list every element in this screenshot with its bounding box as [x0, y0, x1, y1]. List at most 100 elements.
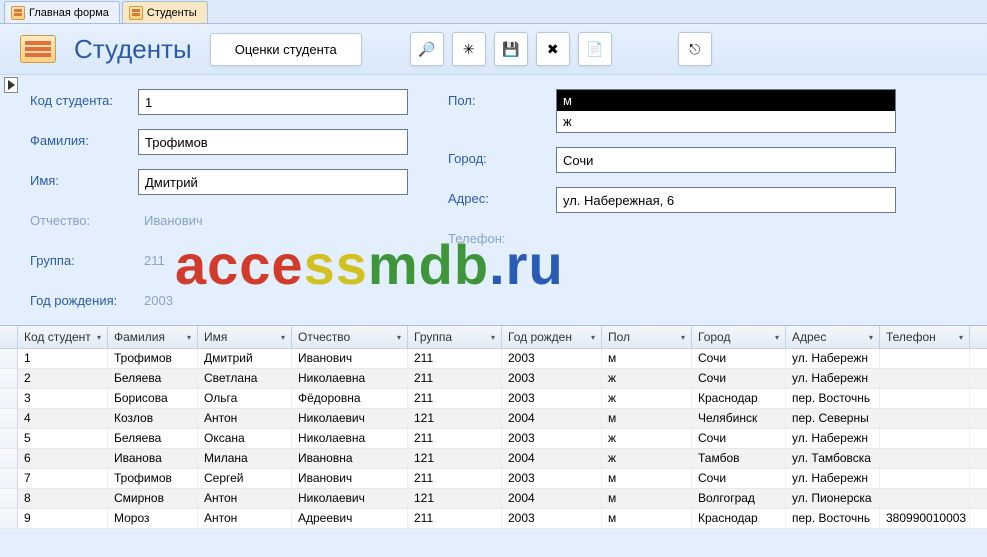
table-cell[interactable]: Антон [198, 509, 292, 528]
row-selector[interactable] [0, 369, 18, 388]
table-cell[interactable]: 2003 [502, 509, 602, 528]
table-cell[interactable]: Тамбов [692, 449, 786, 468]
table-cell[interactable] [880, 349, 970, 368]
table-cell[interactable]: 211 [408, 389, 502, 408]
table-cell[interactable]: Ивановна [292, 449, 408, 468]
table-cell[interactable] [880, 389, 970, 408]
table-cell[interactable]: 121 [408, 489, 502, 508]
table-cell[interactable]: ж [602, 429, 692, 448]
table-cell[interactable]: Сочи [692, 349, 786, 368]
firstname-field[interactable] [138, 169, 408, 195]
col-header-patronymic[interactable]: Отчество▾ [292, 326, 408, 348]
col-header-address[interactable]: Адрес▾ [786, 326, 880, 348]
table-cell[interactable]: Мороз [108, 509, 198, 528]
table-cell[interactable]: м [602, 409, 692, 428]
table-cell[interactable]: Светлана [198, 369, 292, 388]
gender-listbox[interactable]: м ж [556, 89, 896, 133]
table-cell[interactable]: Краснодар [692, 509, 786, 528]
table-cell[interactable]: Иванович [292, 469, 408, 488]
table-cell[interactable]: Оксана [198, 429, 292, 448]
col-header-gender[interactable]: Пол▾ [602, 326, 692, 348]
table-cell[interactable]: Фёдоровна [292, 389, 408, 408]
table-cell[interactable]: Козлов [108, 409, 198, 428]
table-cell[interactable]: 4 [18, 409, 108, 428]
table-cell[interactable]: ул. Набережн [786, 429, 880, 448]
table-cell[interactable]: 2004 [502, 489, 602, 508]
table-cell[interactable]: Николаевна [292, 429, 408, 448]
table-cell[interactable]: Краснодар [692, 389, 786, 408]
table-cell[interactable]: Милана [198, 449, 292, 468]
row-selector[interactable] [0, 429, 18, 448]
table-cell[interactable]: м [602, 489, 692, 508]
delete-record-button[interactable]: ✖ [536, 32, 570, 66]
table-cell[interactable] [880, 489, 970, 508]
table-row[interactable]: 5БеляеваОксанаНиколаевна2112003жСочиул. … [0, 429, 987, 449]
table-cell[interactable]: ул. Набережн [786, 469, 880, 488]
table-cell[interactable]: Беляева [108, 429, 198, 448]
table-cell[interactable]: Волгоград [692, 489, 786, 508]
table-row[interactable]: 9МорозАнтонАдреевич2112003мКраснодарпер.… [0, 509, 987, 529]
table-cell[interactable]: 2003 [502, 389, 602, 408]
col-header-group[interactable]: Группа▾ [408, 326, 502, 348]
row-selector[interactable] [0, 489, 18, 508]
refresh-button[interactable]: 📄 [578, 32, 612, 66]
table-cell[interactable]: 2003 [502, 429, 602, 448]
table-cell[interactable]: Смирнов [108, 489, 198, 508]
table-cell[interactable]: 2004 [502, 409, 602, 428]
new-record-button[interactable]: ✳ [452, 32, 486, 66]
select-all-rows[interactable] [0, 326, 18, 348]
table-cell[interactable] [880, 449, 970, 468]
gender-option-f[interactable]: ж [557, 111, 895, 132]
table-cell[interactable] [880, 469, 970, 488]
table-cell[interactable]: Трофимов [108, 349, 198, 368]
col-header-lastname[interactable]: Фамилия▾ [108, 326, 198, 348]
table-cell[interactable]: м [602, 469, 692, 488]
table-cell[interactable]: 1 [18, 349, 108, 368]
table-cell[interactable]: Антон [198, 409, 292, 428]
table-row[interactable]: 6ИвановаМиланаИвановна1212004жТамбовул. … [0, 449, 987, 469]
table-cell[interactable]: Антон [198, 489, 292, 508]
table-cell[interactable]: 3 [18, 389, 108, 408]
student-id-field[interactable] [138, 89, 408, 115]
table-cell[interactable]: 8 [18, 489, 108, 508]
table-cell[interactable]: 211 [408, 469, 502, 488]
table-cell[interactable]: 2003 [502, 349, 602, 368]
table-cell[interactable]: Сергей [198, 469, 292, 488]
table-cell[interactable]: Иванович [292, 349, 408, 368]
table-cell[interactable]: ж [602, 369, 692, 388]
table-cell[interactable]: 211 [408, 429, 502, 448]
row-selector[interactable] [0, 469, 18, 488]
table-cell[interactable]: м [602, 349, 692, 368]
table-cell[interactable]: 121 [408, 449, 502, 468]
table-cell[interactable]: ул. Пионерска [786, 489, 880, 508]
table-cell[interactable]: 2003 [502, 469, 602, 488]
table-row[interactable]: 2БеляеваСветланаНиколаевна2112003жСочиул… [0, 369, 987, 389]
city-field[interactable] [556, 147, 896, 173]
table-cell[interactable]: Николаевна [292, 369, 408, 388]
find-button[interactable]: 🔎 [410, 32, 444, 66]
table-cell[interactable]: 7 [18, 469, 108, 488]
table-cell[interactable]: 2 [18, 369, 108, 388]
col-header-phone[interactable]: Телефон▾ [880, 326, 970, 348]
address-field[interactable] [556, 187, 896, 213]
table-cell[interactable]: Сочи [692, 429, 786, 448]
table-cell[interactable]: 9 [18, 509, 108, 528]
table-cell[interactable]: 2003 [502, 369, 602, 388]
col-header-birthyear[interactable]: Год рожден▾ [502, 326, 602, 348]
table-cell[interactable]: ул. Набережн [786, 369, 880, 388]
table-cell[interactable]: ж [602, 389, 692, 408]
record-selector[interactable] [4, 77, 18, 93]
table-cell[interactable]: ж [602, 449, 692, 468]
table-cell[interactable]: Сочи [692, 369, 786, 388]
table-cell[interactable]: 6 [18, 449, 108, 468]
close-form-button[interactable]: ⎋ [678, 32, 712, 66]
table-cell[interactable]: Сочи [692, 469, 786, 488]
table-row[interactable]: 4КозловАнтонНиколаевич1212004мЧелябинскп… [0, 409, 987, 429]
table-row[interactable]: 7ТрофимовСергейИванович2112003мСочиул. Н… [0, 469, 987, 489]
table-cell[interactable]: пер. Восточнь [786, 509, 880, 528]
table-cell[interactable]: Адреевич [292, 509, 408, 528]
table-cell[interactable]: 211 [408, 509, 502, 528]
table-cell[interactable]: 211 [408, 349, 502, 368]
col-header-city[interactable]: Город▾ [692, 326, 786, 348]
row-selector[interactable] [0, 349, 18, 368]
